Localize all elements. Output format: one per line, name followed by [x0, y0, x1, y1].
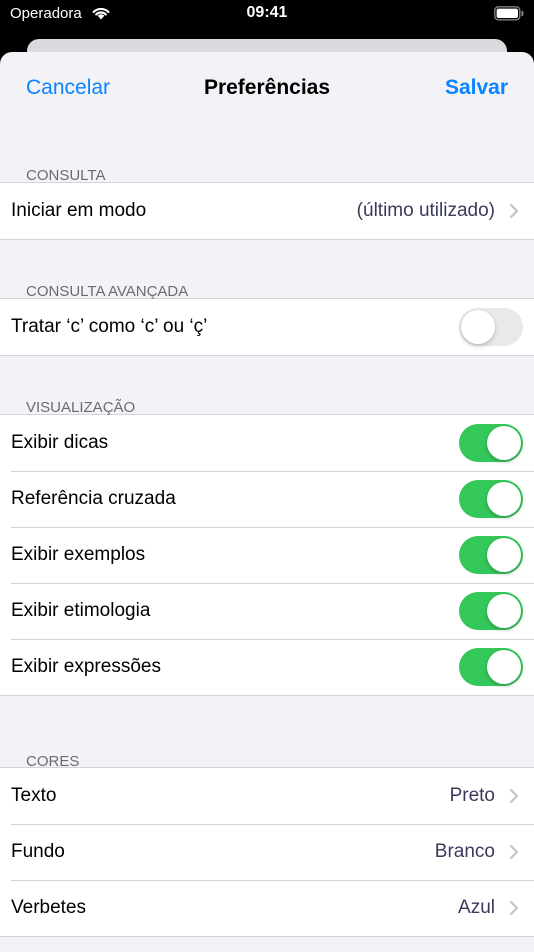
- group-consulta-avancada: Tratar ‘c’ como ‘c’ ou ‘ç’: [0, 298, 534, 356]
- row-exibir-etimologia: Exibir etimologia: [0, 583, 534, 639]
- row-label: Exibir dicas: [11, 432, 109, 453]
- chevron-right-icon: [509, 203, 519, 219]
- chevron-right-icon: [509, 900, 519, 916]
- toggle-tratar-c[interactable]: [459, 308, 523, 346]
- save-button[interactable]: Salvar: [445, 76, 508, 100]
- toggle-exibir-expressoes[interactable]: [459, 648, 523, 686]
- row-value: Preto: [449, 785, 495, 806]
- group-visualizacao: Exibir dicas Referência cruzada Exibir e…: [0, 414, 534, 696]
- chevron-right-icon: [509, 844, 519, 860]
- row-texto[interactable]: Texto Preto: [0, 768, 534, 824]
- toggle-exibir-dicas[interactable]: [459, 424, 523, 462]
- section-header-consulta: CONSULTA: [26, 167, 106, 184]
- preferences-sheet: Cancelar Preferências Salvar CONSULTA In…: [0, 52, 534, 952]
- chevron-right-icon: [509, 788, 519, 804]
- toggle-knob: [461, 310, 495, 344]
- row-value: Branco: [434, 841, 495, 862]
- row-value: Azul: [458, 897, 495, 918]
- clock: 09:41: [246, 4, 288, 21]
- row-exibir-exemplos: Exibir exemplos: [0, 527, 534, 583]
- row-label: Verbetes: [11, 897, 86, 918]
- row-label: Texto: [11, 785, 57, 806]
- row-fundo[interactable]: Fundo Branco: [0, 824, 534, 880]
- row-label: Exibir exemplos: [11, 544, 146, 565]
- toggle-exibir-etimologia[interactable]: [459, 592, 523, 630]
- row-label: Iniciar em modo: [11, 200, 147, 221]
- row-label: Fundo: [11, 841, 65, 862]
- row-referencia-cruzada: Referência cruzada: [0, 471, 534, 527]
- status-bar: Operadora 09:41: [0, 0, 534, 30]
- row-label: Tratar ‘c’ como ‘c’ ou ‘ç’: [11, 316, 208, 337]
- toggle-knob: [487, 482, 521, 516]
- row-label: Exibir expressões: [11, 656, 161, 677]
- toggle-knob: [487, 426, 521, 460]
- row-value: (último utilizado): [356, 200, 495, 221]
- toggle-knob: [487, 650, 521, 684]
- group-cores: Texto Preto Fundo Branco Verbetes Azul: [0, 767, 534, 937]
- toggle-exibir-exemplos[interactable]: [459, 536, 523, 574]
- section-header-visualizacao: VISUALIZAÇÃO: [26, 399, 136, 416]
- section-header-cores: CORES: [26, 753, 80, 770]
- row-tratar-c: Tratar ‘c’ como ‘c’ ou ‘ç’: [0, 299, 534, 355]
- row-label: Referência cruzada: [11, 488, 176, 509]
- toggle-referencia-cruzada[interactable]: [459, 480, 523, 518]
- toggle-knob: [487, 594, 521, 628]
- toggle-knob: [487, 538, 521, 572]
- row-iniciar-em-modo[interactable]: Iniciar em modo (último utilizado): [0, 183, 534, 239]
- row-verbetes[interactable]: Verbetes Azul: [0, 880, 534, 936]
- navigation-bar: Cancelar Preferências Salvar: [0, 52, 534, 124]
- row-exibir-dicas: Exibir dicas: [0, 415, 534, 471]
- row-exibir-expressoes: Exibir expressões: [0, 639, 534, 695]
- row-label: Exibir etimologia: [11, 600, 151, 621]
- battery-icon: [494, 6, 524, 26]
- section-header-consulta-avancada: CONSULTA AVANÇADA: [26, 283, 189, 300]
- group-consulta: Iniciar em modo (último utilizado): [0, 182, 534, 240]
